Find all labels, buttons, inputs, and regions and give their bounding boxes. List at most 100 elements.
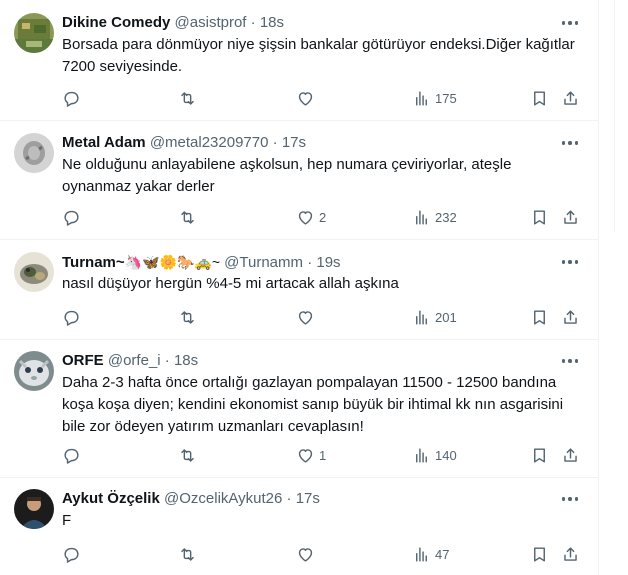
tweet[interactable]: ORFE @orfe_i · 18s Daha 2-3 hafta önce o… (0, 340, 599, 478)
reply-button[interactable] (62, 206, 85, 228)
tweet[interactable]: Dikine Comedy @asistprof · 18s Borsada p… (0, 0, 599, 121)
more-icon[interactable] (553, 133, 587, 153)
avatar[interactable] (14, 351, 54, 391)
timestamp[interactable]: 17s (282, 134, 306, 151)
reply-icon (64, 547, 79, 563)
side-panel-border (614, 0, 615, 232)
views-button[interactable]: 140 (412, 444, 457, 466)
display-name[interactable]: Dikine Comedy (62, 14, 170, 31)
avatar[interactable] (14, 489, 54, 529)
avatar[interactable] (14, 252, 54, 292)
user-handle[interactable]: @metal23209770 (150, 134, 269, 151)
retweet-button[interactable] (178, 206, 201, 228)
avatar[interactable] (14, 133, 54, 173)
reply-button[interactable] (62, 87, 85, 109)
reply-icon (64, 210, 79, 226)
bookmark-icon (534, 90, 545, 106)
bookmark-button[interactable] (530, 87, 549, 109)
share-icon (564, 90, 577, 105)
action-bar: 2 232 (0, 206, 599, 228)
retweet-icon (181, 448, 194, 462)
share-button[interactable] (561, 87, 580, 109)
user-handle[interactable]: @OzcelikAykut26 (164, 490, 282, 507)
display-name[interactable]: Aykut Özçelik (62, 490, 160, 507)
tweet[interactable]: Aykut Özçelik @OzcelikAykut26 · 17s F 47 (0, 478, 599, 575)
timestamp[interactable]: 18s (260, 14, 284, 31)
like-button[interactable]: 1 (296, 444, 326, 466)
share-button[interactable] (561, 444, 580, 466)
more-icon[interactable] (553, 252, 587, 272)
timestamp[interactable]: 19s (316, 254, 340, 271)
views-button[interactable]: 201 (412, 306, 457, 328)
share-button[interactable] (561, 206, 580, 228)
like-count: 1 (319, 447, 327, 463)
views-icon (416, 546, 427, 562)
view-count: 232 (435, 209, 457, 225)
views-button[interactable]: 175 (412, 87, 457, 109)
reply-icon (64, 91, 79, 107)
view-count: 175 (435, 90, 457, 106)
separator-dot: · (286, 490, 292, 507)
more-icon[interactable] (553, 13, 587, 33)
action-bar: 201 (0, 306, 599, 328)
separator-dot: · (307, 254, 313, 271)
like-button[interactable] (296, 306, 319, 328)
tweet-header: Metal Adam @metal23209770 · 17s (62, 133, 306, 153)
separator-dot: · (250, 14, 256, 31)
bookmark-button[interactable] (530, 543, 549, 565)
name-emoji: 🦄🦋🌼🐎🚕~ (124, 254, 220, 270)
avatar[interactable] (14, 13, 54, 53)
display-name[interactable]: ORFE (62, 352, 104, 369)
action-bar: 47 (0, 543, 599, 565)
separator-dot: · (272, 134, 278, 151)
share-button[interactable] (561, 543, 580, 565)
more-icon[interactable] (553, 351, 587, 371)
share-icon (564, 209, 577, 224)
share-icon (564, 309, 577, 324)
user-handle[interactable]: @asistprof (175, 14, 247, 31)
display-name[interactable]: Metal Adam (62, 134, 146, 151)
views-icon (416, 309, 427, 325)
views-icon (416, 90, 427, 106)
tweet-header: Turnam~🦄🦋🌼🐎🚕~ @Turnamm · 19s (62, 252, 341, 272)
user-handle[interactable]: @orfe_i (108, 352, 161, 369)
reply-icon (64, 310, 79, 326)
tweet[interactable]: Metal Adam @metal23209770 · 17s Ne olduğ… (0, 121, 599, 240)
timestamp[interactable]: 18s (174, 352, 198, 369)
tweet-text: Ne olduğunu anlayabilene aşkolsun, hep n… (62, 156, 512, 195)
retweet-button[interactable] (178, 543, 201, 565)
bookmark-button[interactable] (530, 206, 549, 228)
display-name[interactable]: Turnam~ (62, 254, 125, 271)
tweet[interactable]: Turnam~🦄🦋🌼🐎🚕~ @Turnamm · 19s nasıl düşüy… (0, 240, 599, 340)
retweet-button[interactable] (178, 87, 201, 109)
view-count: 201 (435, 309, 457, 325)
bookmark-button[interactable] (530, 444, 549, 466)
share-button[interactable] (561, 306, 580, 328)
user-handle[interactable]: @Turnamm (224, 254, 303, 271)
like-button[interactable] (296, 87, 319, 109)
tweet-text: nasıl düşüyor hergün %4-5 mi artacak all… (62, 275, 399, 292)
view-count: 47 (435, 546, 450, 562)
retweet-icon (181, 547, 194, 561)
bookmark-icon (534, 209, 545, 225)
like-button[interactable]: 2 (296, 206, 326, 228)
retweet-button[interactable] (178, 306, 201, 328)
timeline: Dikine Comedy @asistprof · 18s Borsada p… (0, 0, 599, 575)
reply-button[interactable] (62, 306, 85, 328)
tweet-header: Aykut Özçelik @OzcelikAykut26 · 17s (62, 489, 320, 509)
retweet-button[interactable] (178, 444, 201, 466)
reply-button[interactable] (62, 444, 85, 466)
bookmark-icon (534, 546, 545, 562)
retweet-icon (181, 210, 194, 224)
more-icon[interactable] (553, 489, 587, 509)
timestamp[interactable]: 17s (296, 490, 320, 507)
reply-icon (64, 448, 79, 464)
like-button[interactable] (296, 543, 319, 565)
reply-button[interactable] (62, 543, 85, 565)
views-button[interactable]: 232 (412, 206, 457, 228)
bookmark-button[interactable] (530, 306, 549, 328)
tweet-text: F (62, 512, 72, 529)
views-button[interactable]: 47 (412, 543, 449, 565)
separator-dot: · (164, 352, 170, 369)
like-count: 2 (319, 209, 327, 225)
